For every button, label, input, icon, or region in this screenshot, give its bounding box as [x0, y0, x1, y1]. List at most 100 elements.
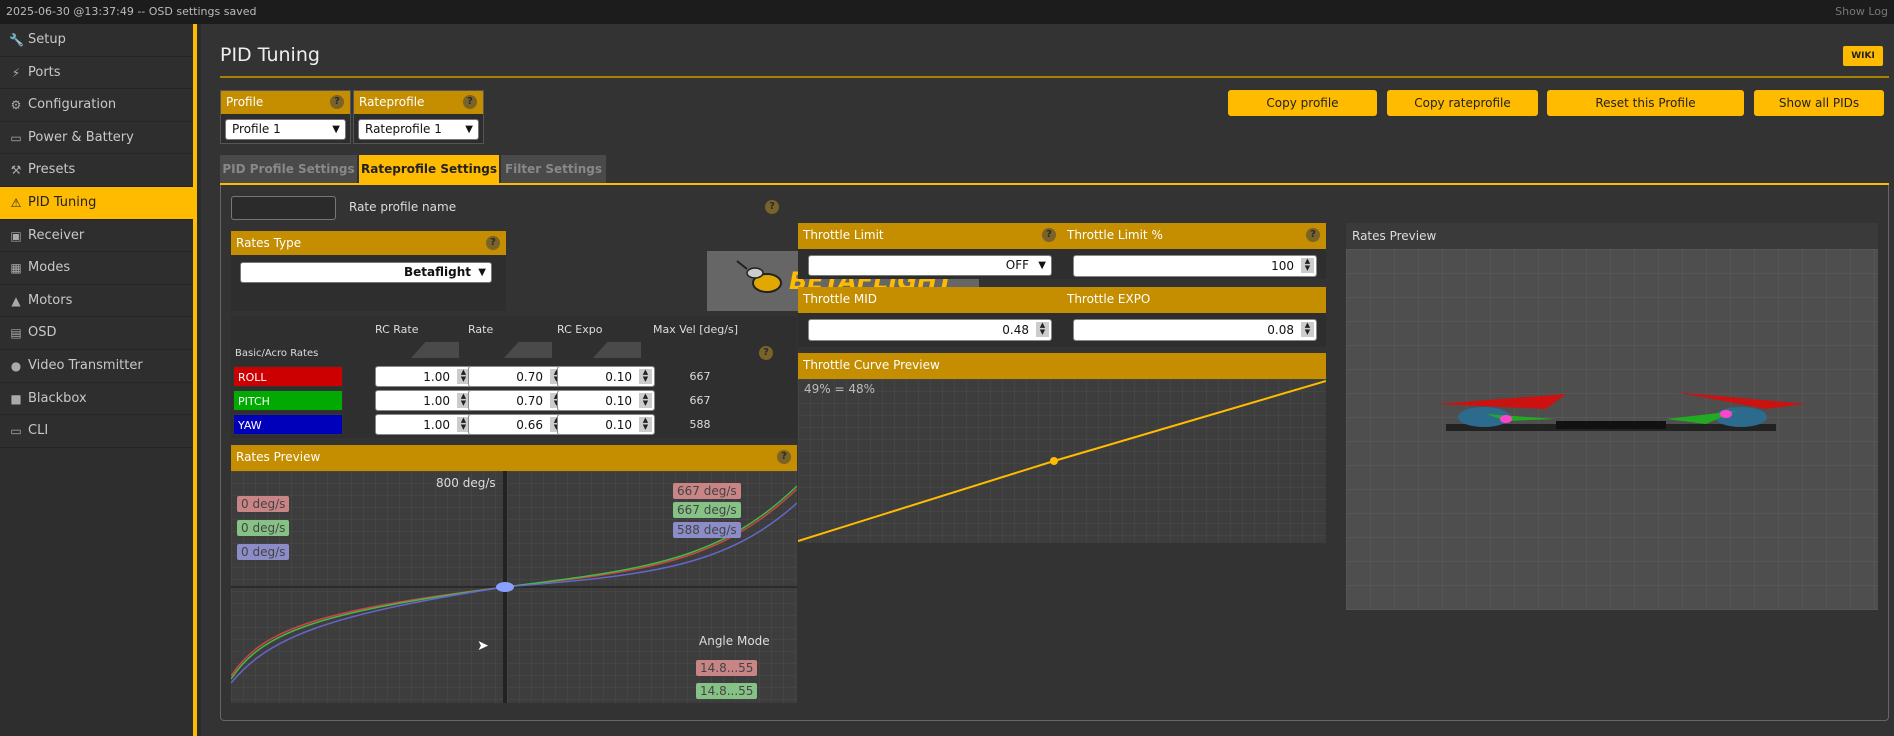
axis-label-yaw: YAW — [233, 414, 343, 435]
tab-pid-profile[interactable]: PID Profile Settings — [220, 155, 357, 183]
sidebar-item-presets[interactable]: ⚒ Presets — [0, 154, 193, 187]
rates-type-select[interactable]: Betaflight ▼ — [240, 262, 492, 283]
group-label: Basic/Acro Rates — [235, 348, 319, 359]
rateprofile-select[interactable]: Rateprofile 1 ▼ — [358, 119, 479, 140]
throttle-expo-value: 0.08 — [1267, 323, 1294, 337]
help-icon[interactable]: ? — [486, 236, 500, 250]
input-value: 0.10 — [605, 394, 632, 408]
show-all-pids-button[interactable]: Show all PIDs — [1754, 90, 1884, 116]
throttle-expo-header: Throttle EXPO — [1062, 287, 1326, 313]
throttle-mid-header: Throttle MID — [798, 287, 1062, 313]
help-icon[interactable]: ? — [777, 450, 791, 464]
sidebar-item-blackbox[interactable]: ■ Blackbox — [0, 383, 193, 416]
throttle-limit-value: OFF — [1005, 258, 1029, 272]
copy-rateprofile-button[interactable]: Copy rateprofile — [1387, 90, 1538, 116]
spinner-icon[interactable]: ▲▼ — [639, 393, 652, 408]
axis-label-pitch: PITCH — [233, 390, 343, 411]
input-value: 0.66 — [516, 418, 543, 432]
roll-rc-expo-input[interactable]: 0.10 ▲ ▼ — [557, 366, 655, 387]
copy-profile-button[interactable]: Copy profile — [1228, 90, 1377, 116]
spinner-icon[interactable]: ▲▼ — [1036, 322, 1049, 337]
sidebar-item-ports[interactable]: ⚡ Ports — [0, 57, 193, 90]
roll-rc-rate-input[interactable]: 1.00 ▲ ▼ — [375, 366, 473, 387]
rate-profile-name-input[interactable] — [231, 196, 336, 220]
yaw-rate-input[interactable]: 0.66▲▼ — [468, 414, 566, 435]
help-icon[interactable]: ? — [463, 95, 477, 109]
sidebar-item-label: Modes — [28, 260, 71, 276]
yaw-rc-expo-input[interactable]: 0.10 ▲ ▼ — [557, 414, 655, 435]
sidebar-item-receiver[interactable]: ▣ Receiver — [0, 220, 193, 253]
tools-icon: ⚒ — [10, 163, 22, 178]
help-icon[interactable]: ? — [1042, 228, 1056, 242]
column-header-1: Rate — [468, 323, 494, 336]
help-icon[interactable]: ? — [765, 200, 779, 214]
throttle-curve-title: Throttle Curve Preview — [803, 358, 940, 372]
modes-icon: ▦ — [10, 261, 22, 276]
throttle-expo-input[interactable]: 0.08 ▲ ▼ — [1073, 319, 1317, 341]
sidebar: 🔧 Setup ⚡ Ports ⚙ Configuration ▭ Power & Batte… — [0, 24, 197, 736]
help-icon[interactable]: ? — [1306, 228, 1320, 242]
chevron-down-icon: ▼ — [1038, 260, 1046, 271]
receiver-icon: ▣ — [10, 228, 22, 243]
throttle-midpoint-marker — [1050, 457, 1058, 465]
throttle-mid-input[interactable]: 0.48 ▲ ▼ — [808, 319, 1052, 341]
sidebar-item-label: Configuration — [28, 97, 117, 113]
rates-type-value: Betaflight — [404, 265, 471, 279]
sidebar-item-configuration[interactable]: ⚙ Configuration — [0, 89, 193, 122]
pitch-max-velocity: 667 — [689, 394, 711, 407]
throttle-limit-label: Throttle Limit — [803, 228, 884, 242]
sidebar-item-label: Presets — [28, 162, 76, 178]
wiki-button[interactable]: WIKI — [1843, 46, 1883, 66]
tab-rateprofile[interactable]: Rateprofile Settings — [359, 155, 499, 183]
reset-profile-button[interactable]: Reset this Profile — [1547, 90, 1744, 116]
angle-pitch-label: 14.8...55 — [696, 683, 758, 699]
tab-filter[interactable]: Filter Settings — [501, 155, 606, 183]
show-log-link[interactable]: Show Log — [1835, 0, 1888, 24]
sidebar-item-cli[interactable]: ▭ CLI — [0, 415, 193, 448]
spinner-icon[interactable]: ▲▼ — [1301, 322, 1314, 337]
pitch-rc-rate-input[interactable]: 1.00 ▲ ▼ — [375, 390, 473, 411]
sidebar-item-setup[interactable]: 🔧 Setup — [0, 24, 193, 57]
chevron-down-icon: ▼ — [478, 267, 486, 278]
throttle-curve-graph — [798, 379, 1326, 543]
roll-max-label: 667 deg/s — [673, 483, 741, 499]
profile-box: Profile? Profile 1 ▼ — [220, 90, 351, 144]
roll-rate-input[interactable]: 0.70▲▼ — [468, 366, 566, 387]
rates-preview-3d-canvas — [1346, 249, 1878, 610]
sidebar-item-video-transmitter[interactable]: ● Video Transmitter — [0, 350, 193, 383]
yaw-rc-rate-input[interactable]: 1.00 ▲ ▼ — [375, 414, 473, 435]
motor-icon: ▲ — [11, 293, 21, 308]
sidebar-item-motors[interactable]: ▲ Motors — [0, 285, 193, 318]
pitch-rc-expo-input[interactable]: 0.10 ▲ ▼ — [557, 390, 655, 411]
throttle-limit-select[interactable]: OFF ▼ — [808, 255, 1052, 276]
antenna-icon: ● — [10, 358, 22, 373]
stick-position-marker — [496, 582, 514, 592]
sidebar-item-modes[interactable]: ▦ Modes — [0, 252, 193, 285]
help-icon[interactable]: ? — [759, 346, 773, 360]
profile-select[interactable]: Profile 1 ▼ — [225, 119, 346, 140]
pitch-max-label: 667 deg/s — [673, 502, 741, 518]
throttle-curve-header: Throttle Curve Preview — [798, 353, 1326, 379]
throttle-limit-pct-header: Throttle Limit %? — [1062, 223, 1326, 249]
throttle-expo-label: Throttle EXPO — [1067, 292, 1151, 306]
throttle-mid-label: Throttle MID — [803, 292, 878, 306]
sidebar-item-label: Ports — [28, 64, 61, 80]
pitch-rate-input[interactable]: 0.70▲▼ — [468, 390, 566, 411]
spinner-icon[interactable]: ▲▼ — [1301, 258, 1314, 273]
pitch-left-label: 0 deg/s — [237, 520, 290, 536]
chevron-down-icon: ▼ — [465, 124, 473, 135]
sidebar-item-label: Video Transmitter — [28, 357, 143, 373]
throttle-limit-pct-input[interactable]: 100 ▲ ▼ — [1073, 255, 1317, 277]
status-bar: 2025-06-30 @13:37:49 -- OSD settings sav… — [0, 0, 1894, 24]
spinner-icon[interactable]: ▲▼ — [639, 369, 652, 384]
sidebar-item-osd[interactable]: ▤ OSD — [0, 317, 193, 350]
angle-mode-label: Angle Mode — [699, 634, 770, 648]
angle-roll-label: 14.8...55 — [696, 660, 758, 676]
sidebar-item-power-battery[interactable]: ▭ Power & Battery — [0, 122, 193, 155]
sidebar-item-label: Motors — [28, 292, 73, 308]
help-icon[interactable]: ? — [330, 95, 344, 109]
spinner-icon[interactable]: ▲▼ — [639, 417, 652, 432]
sidebar-item-pid-tuning[interactable]: ⚠ PID Tuning — [0, 186, 193, 220]
osd-icon: ▤ — [10, 326, 22, 341]
page-title: PID Tuning — [220, 44, 320, 66]
